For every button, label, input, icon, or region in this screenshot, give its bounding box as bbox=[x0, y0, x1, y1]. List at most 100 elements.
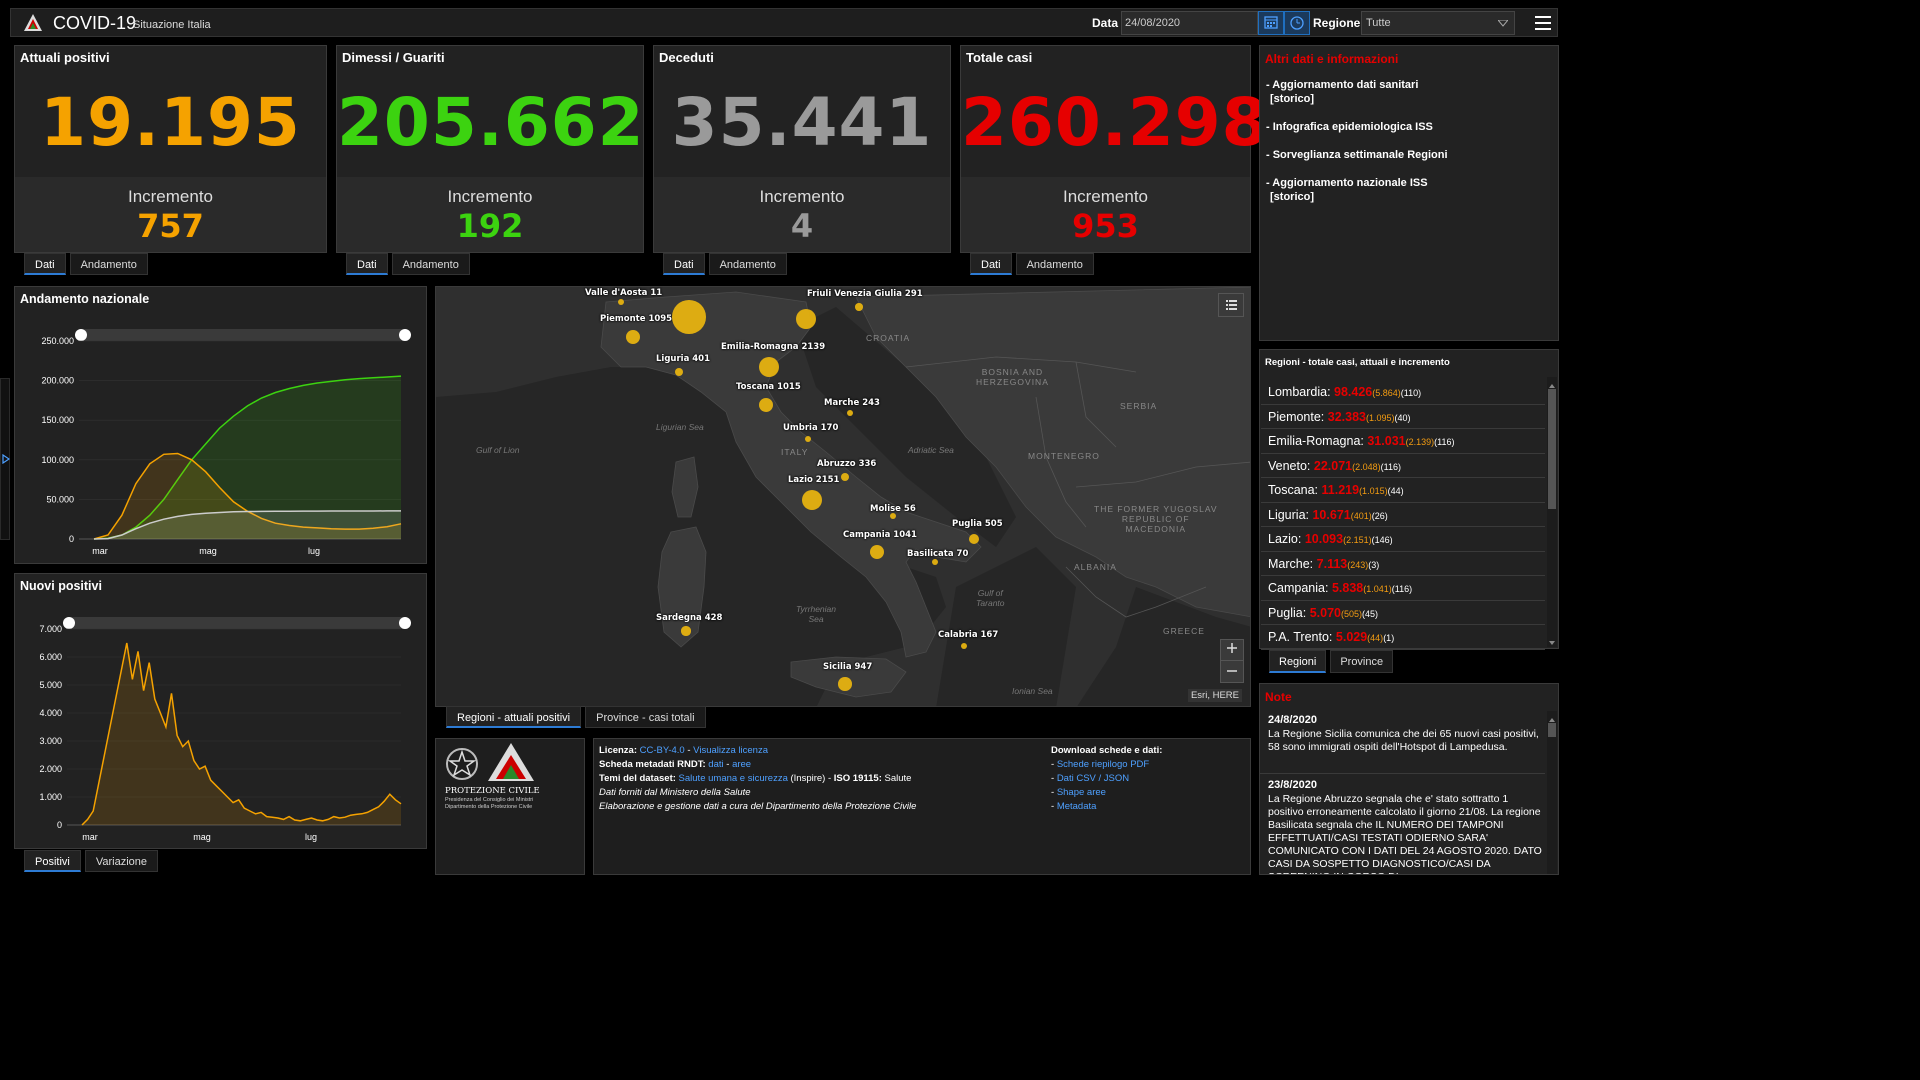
region-row[interactable]: Emilia-Romagna: 31.031(2.139)(116) bbox=[1261, 429, 1545, 454]
scroll-down-icon[interactable] bbox=[1547, 639, 1557, 647]
tab-andamento[interactable]: Andamento bbox=[1015, 253, 1094, 275]
region-row[interactable]: Toscana: 11.219(1.015)(44) bbox=[1261, 478, 1545, 503]
range-slider-track[interactable] bbox=[67, 617, 407, 629]
license-label: Licenza: bbox=[599, 745, 638, 756]
region-name: Puglia: bbox=[1268, 605, 1307, 620]
map-region-bubble[interactable] bbox=[932, 559, 938, 565]
tab-regioni[interactable]: Regioni bbox=[1269, 650, 1327, 673]
map-region-bubble[interactable] bbox=[869, 544, 885, 560]
sea-label-ligurian: Ligurian Sea bbox=[656, 422, 704, 432]
themes-line: Temi del dataset: Salute umana e sicurez… bbox=[599, 772, 916, 786]
x-tick-label: mag bbox=[193, 832, 211, 842]
geo-label-bosnia: BOSNIA AND HERZEGOVINA bbox=[976, 367, 1049, 387]
kpi-tabs: Dati Andamento bbox=[970, 253, 1094, 275]
tab-regioni-attuali-positivi[interactable]: Regioni - attuali positivi bbox=[446, 706, 582, 728]
metadata-dati-link[interactable]: dati bbox=[708, 759, 723, 770]
download-link[interactable]: Dati CSV / JSON bbox=[1057, 773, 1129, 784]
time-button[interactable] bbox=[1284, 11, 1310, 35]
region-row[interactable]: P.A. Trento: 5.029(44)(1) bbox=[1261, 625, 1545, 650]
info-link-infografica[interactable]: - Infografica epidemiologica ISS bbox=[1266, 120, 1433, 134]
note-text: La Regione Sicilia comunica che dei 65 n… bbox=[1268, 728, 1539, 753]
region-row[interactable]: Puglia: 5.070(505)(45) bbox=[1261, 601, 1545, 625]
map-region-bubble[interactable] bbox=[796, 309, 816, 329]
region-select[interactable]: Tutte bbox=[1361, 11, 1515, 35]
map-region-bubble[interactable] bbox=[672, 300, 706, 334]
view-license-link[interactable]: Visualizza licenza bbox=[693, 745, 768, 756]
notes-scrollbar[interactable] bbox=[1547, 711, 1557, 874]
map-region-bubble[interactable] bbox=[681, 626, 691, 636]
region-row[interactable]: Lombardia: 98.426(5.864)(110) bbox=[1261, 380, 1545, 405]
date-input[interactable] bbox=[1121, 11, 1258, 35]
app-subtitle: Situazione Italia bbox=[133, 19, 211, 31]
kpi-value: 19.195 bbox=[40, 84, 301, 161]
minus-icon bbox=[1227, 670, 1237, 672]
map-region-bubble[interactable] bbox=[969, 534, 979, 544]
map-region-bubble[interactable] bbox=[618, 299, 624, 305]
sea-label-ionian: Ionian Sea bbox=[1012, 686, 1053, 696]
notes-scroll-thumb[interactable] bbox=[1548, 723, 1556, 737]
tab-positivi[interactable]: Positivi bbox=[24, 850, 81, 872]
tab-andamento[interactable]: Andamento bbox=[391, 253, 470, 275]
metadata-aree-link[interactable]: aree bbox=[732, 759, 751, 770]
kpi-increment-area: Incremento 757 bbox=[15, 177, 326, 252]
map-region-label: Calabria 167 bbox=[938, 630, 999, 640]
tab-dati[interactable]: Dati bbox=[970, 253, 1012, 275]
download-link[interactable]: Shape aree bbox=[1057, 787, 1106, 798]
x-tick-label: mar bbox=[82, 832, 98, 842]
region-label: Regione bbox=[1313, 16, 1361, 30]
regions-scroll-thumb[interactable] bbox=[1548, 389, 1556, 509]
region-row[interactable]: Veneto: 22.071(2.048)(116) bbox=[1261, 454, 1545, 478]
region-row[interactable]: Liguria: 10.671(401)(26) bbox=[1261, 503, 1545, 527]
legend-button[interactable] bbox=[1218, 293, 1244, 317]
range-slider-handle-start[interactable] bbox=[75, 329, 87, 341]
download-link[interactable]: Metadata bbox=[1057, 801, 1097, 812]
range-slider-handle-start[interactable] bbox=[63, 617, 75, 629]
info-link-text: - Aggiornamento dati sanitari bbox=[1266, 79, 1419, 91]
tab-dati[interactable]: Dati bbox=[24, 253, 66, 275]
map-region-bubble[interactable] bbox=[805, 436, 811, 442]
geo-label-croatia: CROATIA bbox=[866, 333, 911, 343]
map-region-bubble[interactable] bbox=[840, 472, 850, 482]
tab-dati[interactable]: Dati bbox=[663, 253, 705, 275]
region-row[interactable]: Lazio: 10.093(2.151)(146) bbox=[1261, 527, 1545, 552]
tab-province[interactable]: Province bbox=[1330, 650, 1394, 673]
license-value-link[interactable]: CC-BY-4.0 bbox=[640, 745, 685, 756]
info-link-sorveglianza[interactable]: - Sorveglianza settimanale Regioni bbox=[1266, 148, 1448, 162]
tab-andamento[interactable]: Andamento bbox=[708, 253, 787, 275]
tab-province-casi-totali[interactable]: Province - casi totali bbox=[585, 706, 706, 728]
calendar-button[interactable] bbox=[1258, 11, 1284, 35]
download-link[interactable]: Schede riepilogo PDF bbox=[1057, 759, 1149, 770]
region-row[interactable]: Marche: 7.113(243)(3) bbox=[1261, 552, 1545, 576]
footer-meta: Licenza: CC-BY-4.0 - Visualizza licenza … bbox=[599, 744, 916, 814]
italy-map[interactable]: Valle d'Aosta 11 Piemonte 1095 Friuli Vene… bbox=[435, 286, 1251, 707]
themes-link[interactable]: Salute umana e sicurezza bbox=[679, 773, 788, 784]
region-total: 98.426 bbox=[1334, 385, 1373, 399]
map-region-bubble[interactable] bbox=[961, 643, 967, 649]
region-increment: (40) bbox=[1394, 412, 1411, 423]
tab-variazione[interactable]: Variazione bbox=[84, 850, 159, 872]
map-region-bubble[interactable] bbox=[758, 397, 773, 412]
region-total: 5.029 bbox=[1335, 630, 1368, 644]
region-row[interactable]: Campania: 5.838(1.041)(116) bbox=[1261, 576, 1545, 601]
map-region-bubble[interactable] bbox=[855, 303, 863, 311]
side-panel-toggle[interactable] bbox=[0, 378, 10, 540]
info-link-aggiornamento-iss[interactable]: - Aggiornamento nazionale ISS [storico] bbox=[1266, 176, 1428, 204]
range-slider-track[interactable] bbox=[79, 329, 407, 341]
kpi-increment-value: 953 bbox=[1072, 207, 1139, 245]
region-name: Marche: bbox=[1268, 556, 1314, 571]
info-link-aggiornamento-sanitari[interactable]: - Aggiornamento dati sanitari [storico] bbox=[1266, 78, 1418, 106]
regions-scrollbar[interactable] bbox=[1547, 377, 1557, 647]
tab-andamento[interactable]: Andamento bbox=[69, 253, 148, 275]
region-name: Liguria: bbox=[1268, 507, 1309, 522]
region-name: Emilia-Romagna: bbox=[1268, 434, 1364, 448]
y-tick-label: 5.000 bbox=[39, 680, 62, 690]
map-region-bubble[interactable] bbox=[838, 677, 852, 691]
info-link-text: - Aggiornamento nazionale ISS bbox=[1266, 177, 1428, 189]
tab-dati[interactable]: Dati bbox=[346, 253, 388, 275]
zoom-out-button[interactable] bbox=[1221, 661, 1243, 682]
region-row[interactable]: Piemonte: 32.383(1.095)(40) bbox=[1261, 405, 1545, 429]
range-slider-handle-end[interactable] bbox=[399, 329, 411, 341]
hamburger-menu-icon[interactable] bbox=[1535, 16, 1551, 30]
range-slider-handle-end[interactable] bbox=[399, 617, 411, 629]
zoom-in-button[interactable] bbox=[1221, 640, 1243, 661]
